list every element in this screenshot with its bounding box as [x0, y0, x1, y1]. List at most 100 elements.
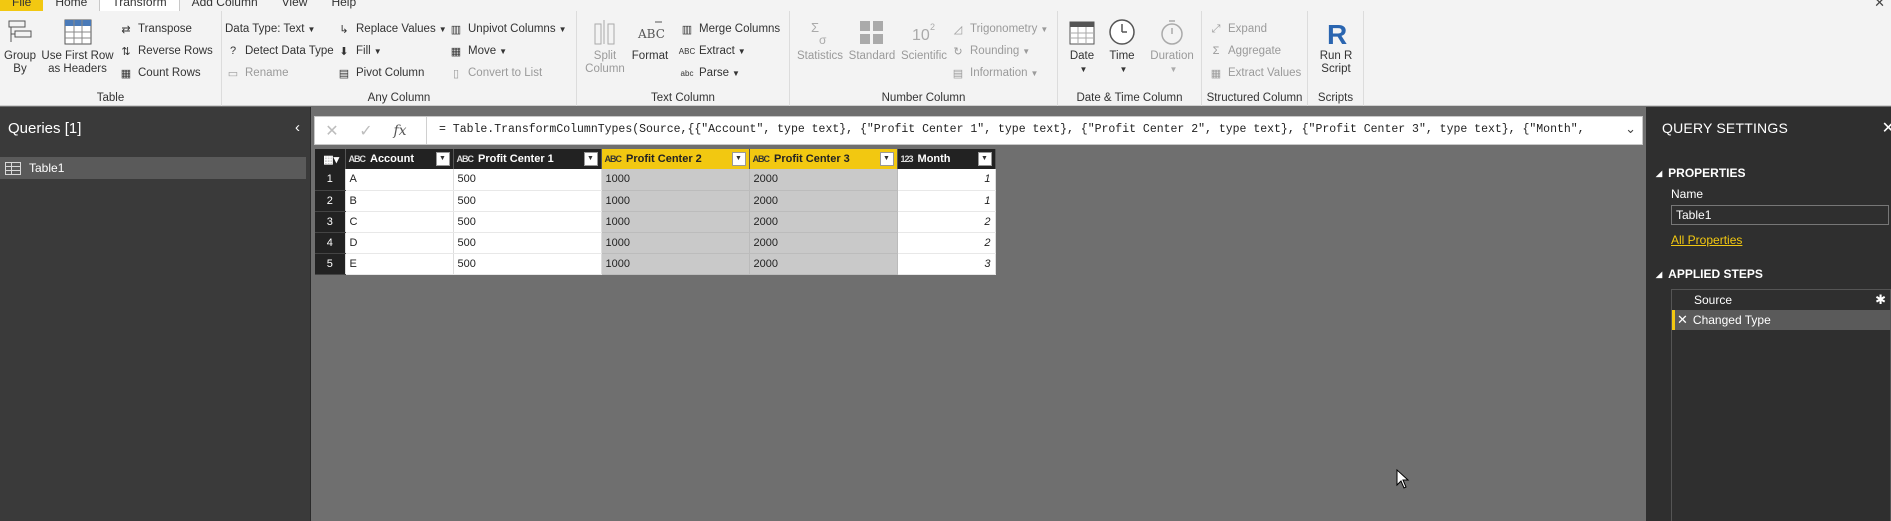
detect-data-type-label: Detect Data Type — [245, 45, 334, 57]
all-properties-link[interactable]: All Properties — [1671, 233, 1742, 247]
properties-section-header[interactable]: ◢ PROPERTIES — [1656, 166, 1746, 180]
tab-home[interactable]: Home — [43, 0, 99, 11]
any-column-group-label: Any Column — [367, 92, 431, 104]
column-header-profit-center-3[interactable]: ABC Profit Center 3 ▼ — [749, 149, 898, 169]
table-cell[interactable]: 1 — [897, 169, 996, 191]
gear-icon[interactable]: ✱ — [1875, 292, 1886, 308]
table-cell[interactable]: 2 — [897, 211, 996, 233]
count-rows-button[interactable]: ▦ Count Rows — [118, 64, 201, 82]
rename-button[interactable]: ▭ Rename — [225, 64, 289, 82]
table-cell[interactable]: 500 — [453, 169, 602, 191]
group-by-button[interactable]: Group By — [2, 16, 38, 76]
extract-button[interactable]: ABC Extract ▼ — [679, 42, 746, 60]
column-header-profit-center-1[interactable]: ABC Profit Center 1 ▼ — [453, 149, 602, 169]
filter-dropdown-icon[interactable]: ▼ — [879, 152, 894, 166]
fx-icon[interactable]: fx — [383, 123, 417, 139]
table-cell[interactable]: C — [345, 211, 454, 233]
statistics-button[interactable]: Σσ Statistics — [796, 16, 844, 63]
column-header-account[interactable]: ABC Account ▼ — [345, 149, 454, 169]
reverse-rows-button[interactable]: ⇅ Reverse Rows — [118, 42, 212, 60]
row-number[interactable]: 1 — [315, 169, 346, 191]
table-cell[interactable]: A — [345, 169, 454, 191]
date-button[interactable]: Date ▼ — [1064, 16, 1100, 76]
parse-button[interactable]: abc Parse ▼ — [679, 64, 740, 82]
query-item-table1[interactable]: Table1 — [0, 157, 306, 179]
chevron-left-icon[interactable]: ‹ — [295, 119, 300, 136]
replace-values-button[interactable]: ↳ Replace Values ▼ — [336, 20, 446, 38]
convert-to-list-button[interactable]: ▯ Convert to List — [448, 64, 542, 82]
detect-data-type-button[interactable]: ? Detect Data Type — [225, 42, 334, 60]
table-cell[interactable]: 500 — [453, 253, 602, 275]
trigonometry-button[interactable]: ◿ Trigonometry ▼ — [950, 20, 1048, 38]
table-menu-button[interactable]: ▦▾ — [315, 149, 346, 169]
table-cell[interactable]: 1000 — [601, 211, 750, 233]
step-source[interactable]: Source ✱ — [1672, 290, 1890, 310]
fill-button[interactable]: ⬇ Fill ▼ — [336, 42, 381, 60]
pivot-column-button[interactable]: ▤ Pivot Column — [336, 64, 425, 82]
table-cell[interactable]: 2000 — [749, 253, 898, 275]
table-cell[interactable]: E — [345, 253, 454, 275]
time-button[interactable]: Time ▼ — [1104, 16, 1140, 76]
table-cell[interactable]: 2000 — [749, 190, 898, 212]
table-cell[interactable]: 2000 — [749, 232, 898, 254]
table-cell[interactable]: 3 — [897, 253, 996, 275]
row-number[interactable]: 5 — [315, 253, 346, 275]
formula-input[interactable]: = Table.TransformColumnTypes(Source,{{"A… — [439, 123, 1619, 136]
unpivot-columns-button[interactable]: ▥ Unpivot Columns ▼ — [448, 20, 567, 38]
table-cell[interactable]: 1000 — [601, 253, 750, 275]
table-cell[interactable]: 1000 — [601, 232, 750, 254]
tab-view[interactable]: View — [270, 0, 320, 11]
filter-dropdown-icon[interactable]: ▼ — [977, 152, 992, 166]
chevron-down-icon: ▼ — [737, 46, 746, 56]
transpose-button[interactable]: ⇄ Transpose — [118, 20, 192, 38]
tab-transform[interactable]: Transform — [99, 0, 180, 11]
rounding-button[interactable]: ↻ Rounding ▼ — [950, 42, 1030, 60]
cancel-formula-icon[interactable]: ✕ — [315, 121, 349, 141]
row-number[interactable]: 4 — [315, 232, 346, 254]
close-icon[interactable]: ✕ — [1882, 118, 1891, 138]
table-cell[interactable]: 500 — [453, 232, 602, 254]
properties-label: PROPERTIES — [1668, 166, 1746, 180]
information-button[interactable]: ▤ Information ▼ — [950, 64, 1039, 82]
data-type-dropdown[interactable]: Data Type: Text ▼ — [225, 20, 315, 38]
run-r-script-button[interactable]: R Run R Script — [1316, 16, 1356, 76]
table-cell[interactable]: 1000 — [601, 169, 750, 191]
standard-button[interactable]: Standard — [848, 16, 896, 63]
tab-help[interactable]: Help — [319, 0, 368, 11]
extract-values-button[interactable]: ▦ Extract Values — [1208, 64, 1302, 82]
merge-columns-button[interactable]: ▥ Merge Columns — [679, 20, 780, 38]
table-cell[interactable]: 500 — [453, 211, 602, 233]
duration-button[interactable]: Duration ▼ — [1146, 16, 1198, 76]
applied-steps-section-header[interactable]: ◢ APPLIED STEPS — [1656, 267, 1763, 281]
expand-button[interactable]: ⤢ Expand — [1208, 20, 1267, 38]
split-column-button[interactable]: Split Column — [583, 16, 627, 76]
aggregate-button[interactable]: Σ Aggregate — [1208, 42, 1281, 60]
filter-dropdown-icon[interactable]: ▼ — [731, 152, 746, 166]
table-cell[interactable]: 1 — [897, 190, 996, 212]
window-close-icon[interactable]: ✕ — [1874, 0, 1885, 11]
tab-add-column[interactable]: Add Column — [180, 0, 270, 11]
table-cell[interactable]: B — [345, 190, 454, 212]
table-cell[interactable]: 2000 — [749, 211, 898, 233]
tab-file[interactable]: File — [0, 0, 44, 11]
commit-formula-icon[interactable]: ✓ — [349, 121, 383, 141]
table-cell[interactable]: 2 — [897, 232, 996, 254]
filter-dropdown-icon[interactable]: ▼ — [583, 152, 598, 166]
step-changed-type[interactable]: ✕ Changed Type — [1672, 310, 1890, 330]
format-button[interactable]: ABC Format — [631, 16, 669, 63]
chevron-down-icon[interactable]: ⌄ — [1625, 121, 1636, 137]
row-number[interactable]: 2 — [315, 190, 346, 212]
scientific-button[interactable]: 10 2 Scientific — [900, 16, 948, 63]
column-header-profit-center-2[interactable]: ABC Profit Center 2 ▼ — [601, 149, 750, 169]
table-cell[interactable]: D — [345, 232, 454, 254]
table-cell[interactable]: 2000 — [749, 169, 898, 191]
move-button[interactable]: ▦ Move ▼ — [448, 42, 507, 60]
table-cell[interactable]: 500 — [453, 190, 602, 212]
query-name-input[interactable]: Table1 — [1671, 205, 1889, 225]
filter-dropdown-icon[interactable]: ▼ — [435, 152, 450, 166]
delete-step-icon[interactable]: ✕ — [1677, 312, 1688, 328]
table-cell[interactable]: 1000 — [601, 190, 750, 212]
use-first-row-button[interactable]: Use First Row as Headers — [40, 16, 115, 76]
row-number[interactable]: 3 — [315, 211, 346, 233]
column-header-month[interactable]: 123 Month ▼ — [897, 149, 996, 169]
